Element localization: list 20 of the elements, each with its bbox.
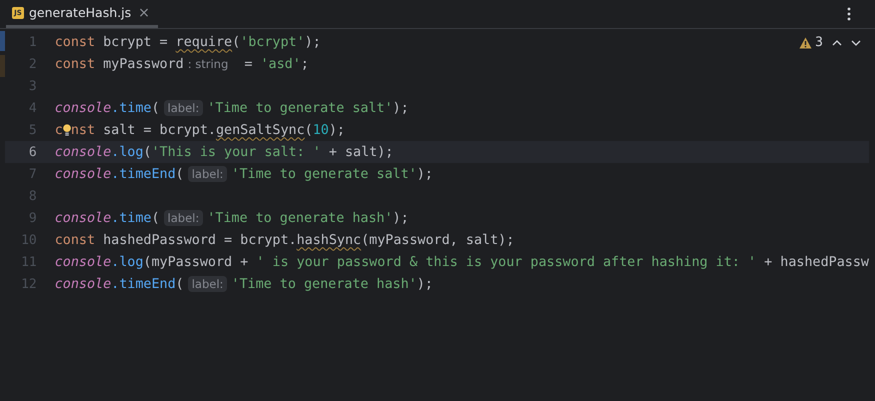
lightbulb-icon[interactable]	[62, 123, 71, 137]
next-chevron-icon[interactable]	[851, 40, 861, 46]
tab-label: generateHash.js	[29, 5, 132, 20]
previous-chevron-icon[interactable]	[832, 40, 842, 46]
code-line: nst salt = bcrypt.genSaltSync(10);	[70, 122, 345, 138]
code-line: console.timeEnd( label: 'Time to generate salt');	[54, 166, 433, 182]
side-panel-edge	[0, 31, 5, 51]
code-line: console.time( label: 'Time to generate salt');	[54, 100, 409, 116]
close-tab-button[interactable]: ×	[136, 4, 152, 20]
code-line: const myPassword : string = 'asd';	[54, 56, 309, 72]
code-line: c	[54, 122, 63, 138]
code-line: console.log('This is your salt: ' + salt);	[54, 144, 394, 160]
code-line: const hashedPassword = bcrypt.hashSync(myPassword, salt);	[54, 232, 514, 248]
code-line: console.time( label: 'Time to generate hash');	[54, 210, 409, 226]
line-number: 6	[28, 144, 37, 160]
side-panel-edge	[0, 55, 5, 77]
code-line: console.log(myPassword + ' is your password & this is your password after hashing it: ' + hashedPassw	[54, 254, 869, 270]
code-line: console.timeEnd( label: 'Time to generate hash');	[54, 276, 433, 292]
code-line: const bcrypt = require('bcrypt');	[54, 34, 321, 50]
warning-count[interactable]: 3	[799, 35, 823, 50]
